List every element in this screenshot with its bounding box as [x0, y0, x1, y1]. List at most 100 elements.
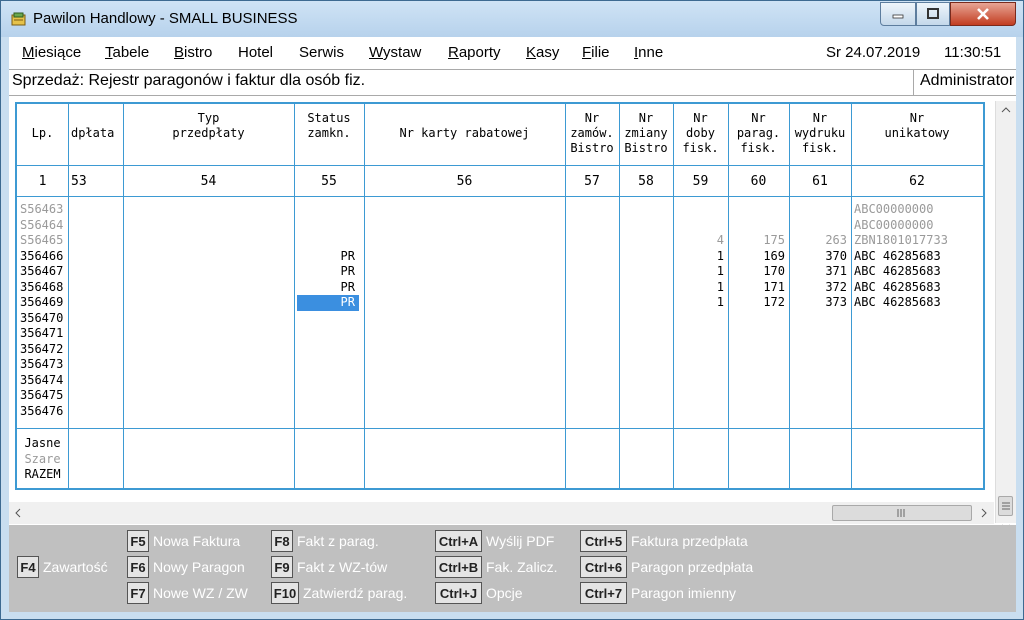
fkey-ctrl-b[interactable]: Ctrl+B — [435, 556, 482, 578]
fkey-label[interactable]: Zawartość — [43, 556, 108, 578]
column-header-karta[interactable]: Nr karty rabatowej — [364, 126, 565, 141]
column-header-unik[interactable]: Nr unikatowy — [851, 111, 983, 141]
data-grid[interactable]: Lp. dpłata Typ przedpłaty Status zamkn. Nr k… — [15, 102, 985, 490]
fkey-label[interactable]: Paragon przedpłata — [631, 556, 753, 578]
table-row[interactable]: 356471 — [17, 326, 983, 341]
horizontal-scrollbar[interactable] — [9, 502, 994, 524]
fkey-label[interactable]: Nowa Faktura — [153, 530, 240, 552]
row-unikatowy: ABC 46285683 — [854, 295, 941, 309]
fkey-f9[interactable]: F9 — [271, 556, 293, 578]
fkey-label[interactable]: Zatwierdź parag. — [303, 582, 407, 604]
fkey-f4[interactable]: F4 — [17, 556, 39, 578]
column-header-parag[interactable]: Nr parag. fisk. — [728, 111, 789, 156]
row-unikatowy: ZBN1801017733 — [854, 233, 948, 247]
menu-tabele[interactable]: Tabele — [105, 44, 149, 61]
column-number-status: 55 — [321, 174, 337, 189]
scroll-up-icon[interactable] — [1001, 107, 1011, 113]
column-header-doby[interactable]: Nr doby fisk. — [673, 111, 728, 156]
maximize-icon — [927, 8, 939, 19]
fkey-f7[interactable]: F7 — [127, 582, 149, 604]
fkey-label[interactable]: Paragon imienny — [631, 582, 736, 604]
fkey-ctrl-j[interactable]: Ctrl+J — [435, 582, 482, 604]
title-bar[interactable]: Pawilon Handlowy - SMALL BUSINESS — [1, 1, 1023, 37]
fkey-label[interactable]: Wyślij PDF — [486, 530, 554, 552]
vertical-scrollbar[interactable] — [995, 101, 1016, 530]
fkey-label[interactable]: Nowy Paragon — [153, 556, 245, 578]
menu-miesiace[interactable]: Miesiące — [22, 44, 81, 61]
row-lp: 356476 — [20, 403, 64, 418]
row-lp: 356474 — [20, 372, 64, 387]
column-number-wydruk: 61 — [812, 174, 828, 189]
fkey-ctrl-6[interactable]: Ctrl+6 — [580, 556, 627, 578]
fkey-label[interactable]: Opcje — [486, 582, 523, 604]
column-header-lp[interactable]: Lp. — [17, 126, 68, 141]
fkey-f5[interactable]: F5 — [127, 530, 149, 552]
scroll-left-icon[interactable] — [15, 508, 21, 518]
menu-bistro[interactable]: Bistro — [174, 44, 212, 61]
table-row[interactable]: 356476 — [17, 404, 983, 419]
close-button[interactable] — [950, 2, 1016, 26]
fkey-label[interactable]: Fakt z parag. — [297, 530, 379, 552]
menu-kasy[interactable]: Kasy — [526, 44, 559, 61]
row-lp: 356472 — [20, 341, 64, 356]
table-row[interactable]: 356469 PR 1 172 373 ABC 46285683 — [17, 295, 983, 311]
fkey-ctrl-a[interactable]: Ctrl+A — [435, 530, 482, 552]
row-status[interactable]: PR — [297, 264, 359, 280]
row-lp: 356475 — [20, 388, 64, 402]
column-number-doplata: 53 — [71, 174, 87, 189]
table-row[interactable]: 356474 — [17, 373, 983, 388]
horizontal-scroll-thumb[interactable] — [832, 505, 972, 521]
function-key-bar: F4 Zawartość F5 Nowa Faktura F6 Nowy Paragon F… — [9, 525, 1016, 612]
table-row[interactable]: 356468 PR 1 171 372 ABC 46285683 — [17, 280, 983, 295]
row-status[interactable]: PR — [297, 280, 359, 296]
maximize-button[interactable] — [916, 2, 950, 26]
menu-raporty[interactable]: Raporty — [448, 44, 501, 61]
column-header-zamow[interactable]: Nr zamów. Bistro — [565, 111, 619, 156]
fkey-label[interactable]: Faktura przedpłata — [631, 530, 748, 552]
row-divider — [17, 428, 983, 429]
fkey-f8[interactable]: F8 — [271, 530, 293, 552]
row-unikatowy: ABC00000000 — [854, 202, 934, 216]
table-row[interactable]: 356475 — [17, 388, 983, 403]
column-header-status[interactable]: Status zamkn. — [294, 111, 364, 141]
column-header-zmiany[interactable]: Nr zmiany Bistro — [619, 111, 673, 156]
table-row[interactable]: S56463 ABC00000000 — [17, 202, 983, 217]
row-lp: 356471 — [20, 326, 64, 340]
menu-filie[interactable]: Filie — [582, 44, 610, 61]
row-doby: 1 — [716, 264, 724, 278]
table-row[interactable]: 356472 — [17, 342, 983, 357]
row-lp: S56463 — [20, 202, 64, 216]
row-status[interactable]: PR — [297, 249, 359, 265]
grid-area: Lp. dpłata Typ przedpłaty Status zamkn. Nr k… — [9, 96, 1016, 524]
fkey-f6[interactable]: F6 — [127, 556, 149, 578]
fkey-f10[interactable]: F10 — [271, 582, 299, 604]
column-header-wydruk[interactable]: Nr wydruku fisk. — [789, 111, 851, 156]
legend-jasne: Jasne — [24, 436, 61, 450]
app-icon — [11, 12, 26, 26]
table-row[interactable]: S56464 ABC00000000 — [17, 218, 983, 233]
vertical-scroll-thumb[interactable] — [998, 496, 1013, 516]
menu-serwis[interactable]: Serwis — [299, 44, 344, 61]
table-row[interactable]: 356467 PR 1 170 371 ABC 46285683 — [17, 264, 983, 279]
fkey-label[interactable]: Fakt z WZ-tów — [297, 556, 387, 578]
fkey-label[interactable]: Nowe WZ / ZW — [153, 582, 248, 604]
table-row[interactable]: 356470 — [17, 311, 983, 326]
menu-wystaw[interactable]: Wystaw — [369, 44, 421, 61]
menu-inne[interactable]: Inne — [634, 44, 663, 61]
legend-szare: Szare — [24, 451, 61, 466]
column-header-typ[interactable]: Typ przedpłaty — [123, 111, 294, 141]
fkey-ctrl-5[interactable]: Ctrl+5 — [580, 530, 627, 552]
table-row[interactable]: 356466 PR 1 169 370 ABC 46285683 — [17, 249, 983, 264]
fkey-label[interactable]: Fak. Zalicz. — [486, 556, 558, 578]
minimize-button[interactable] — [880, 2, 916, 26]
fkey-ctrl-7[interactable]: Ctrl+7 — [580, 582, 627, 604]
table-row[interactable]: S56465 4 175 263 ZBN1801017733 — [17, 233, 983, 248]
row-lp: 356466 — [20, 248, 64, 263]
row-divider — [17, 165, 983, 166]
menu-hotel[interactable]: Hotel — [238, 44, 273, 61]
column-header-doplata[interactable]: dpłata — [71, 126, 126, 141]
row-status[interactable]: PR — [297, 295, 359, 311]
table-row[interactable]: 356473 — [17, 357, 983, 372]
row-doby: 1 — [716, 279, 724, 294]
scroll-right-icon[interactable] — [981, 508, 987, 518]
